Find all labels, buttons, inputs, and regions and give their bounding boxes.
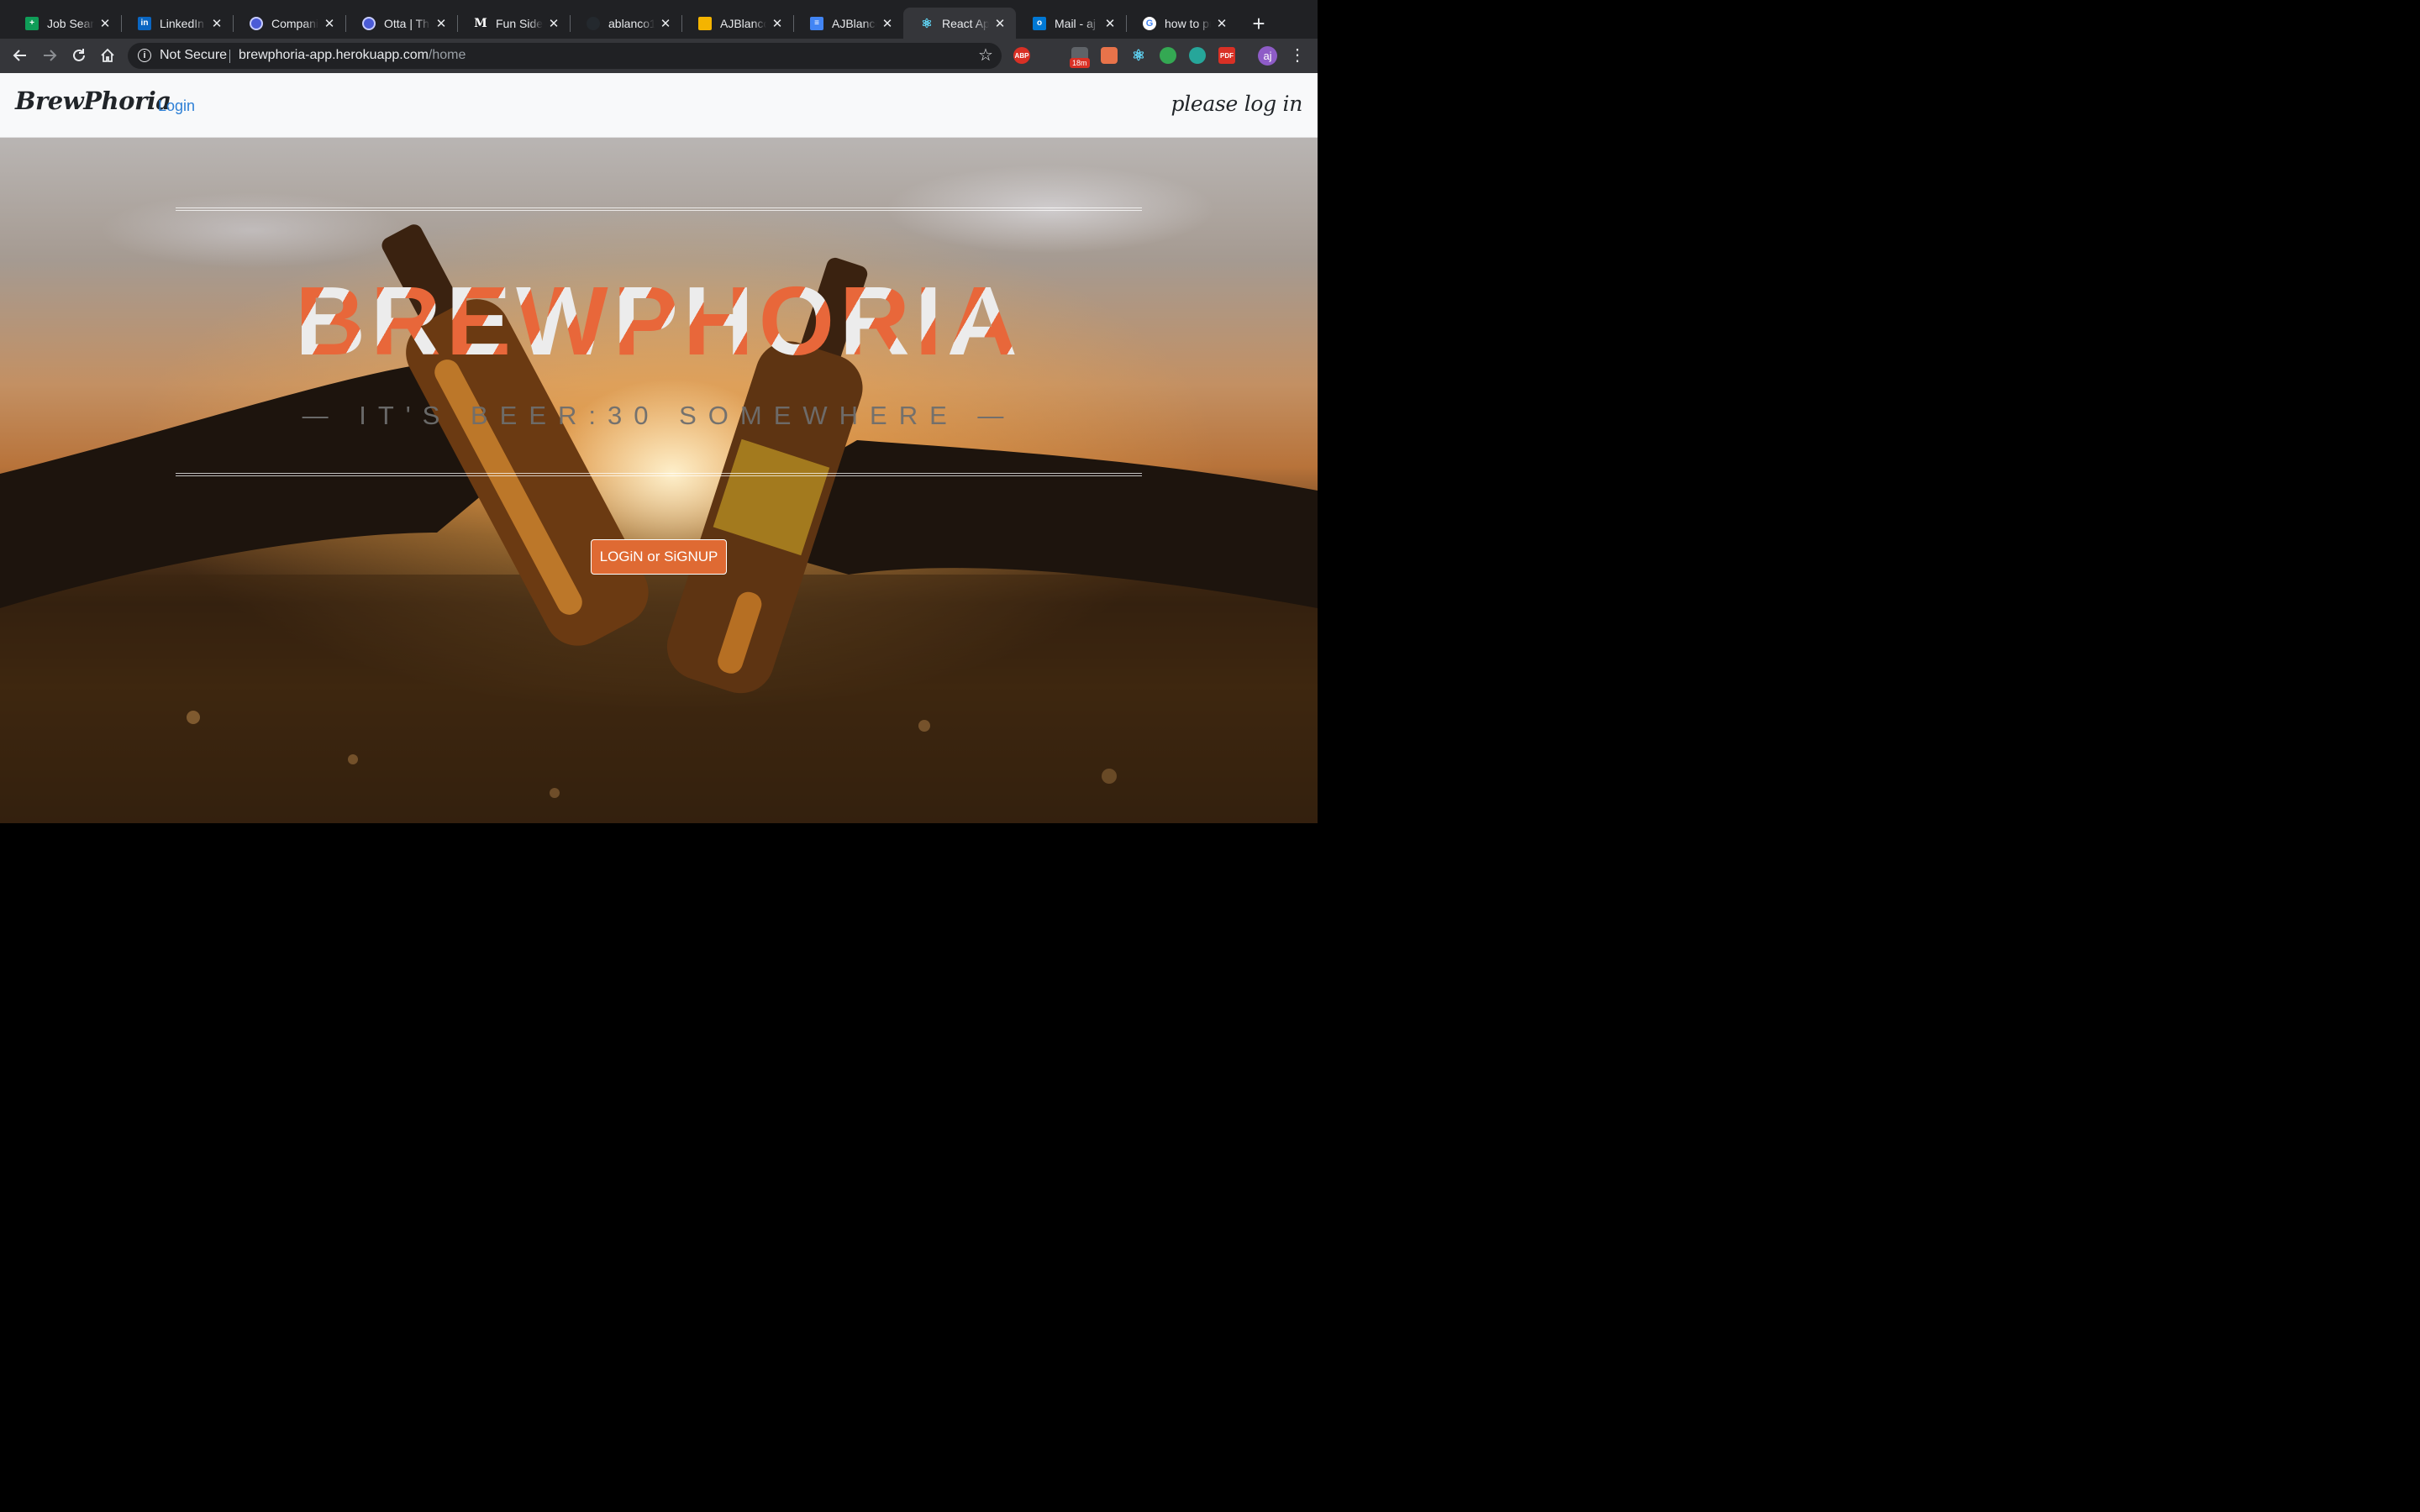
browser-menu-icon[interactable]: ⋮: [1289, 44, 1306, 67]
tab-title: React App: [942, 16, 989, 30]
close-icon[interactable]: ✕: [434, 16, 449, 31]
browser-tab[interactable]: Otta | The ✕: [345, 8, 457, 39]
react-icon: ⚛: [921, 16, 933, 31]
forward-arrow-icon: [44, 50, 57, 61]
browser-tab-strip: + Job Search ✕ in LinkedIn ✕ Companies ✕…: [0, 0, 1318, 39]
forward-button[interactable]: [38, 44, 61, 67]
tab-title: LinkedIn: [160, 16, 204, 30]
close-icon[interactable]: ✕: [209, 16, 224, 31]
otta-icon: [250, 16, 263, 30]
profile-avatar[interactable]: aj: [1258, 46, 1277, 66]
home-button[interactable]: [96, 44, 119, 67]
security-label[interactable]: Not Secure: [160, 48, 227, 63]
tab-title: Job Search: [47, 16, 94, 30]
github-icon: [587, 16, 600, 30]
close-icon[interactable]: ✕: [880, 16, 895, 31]
linkedin-icon: in: [138, 16, 151, 30]
google-icon: G: [1143, 16, 1156, 30]
sheets-icon: +: [25, 16, 39, 30]
back-arrow-icon: [13, 50, 26, 61]
tab-title: ablanco12: [608, 16, 655, 30]
reload-icon: [73, 49, 85, 61]
browser-tab[interactable]: G how to prin ✕: [1126, 8, 1238, 39]
browser-tab[interactable]: o Mail - aj bl ✕: [1016, 8, 1126, 39]
tab-title: Mail - aj bl: [1055, 16, 1099, 30]
slides-icon: [698, 16, 712, 30]
hero-divider-top: [176, 207, 1142, 211]
user-status-text: please log in: [1171, 92, 1303, 116]
adblock-plus-icon[interactable]: ABP: [1013, 47, 1030, 64]
new-tab-button[interactable]: +: [1247, 12, 1270, 35]
browser-tab[interactable]: in LinkedIn ✕: [121, 8, 233, 39]
hero-title: BREWPHORIA: [0, 270, 1318, 371]
brand-logo[interactable]: BrewPhoria: [15, 87, 171, 115]
extension-icon[interactable]: [1101, 47, 1118, 64]
otta-icon: [362, 16, 376, 30]
close-icon[interactable]: ✕: [770, 16, 785, 31]
url-host: brewphoria-app.herokuapp.com: [239, 48, 429, 62]
nav-login-link[interactable]: Login: [158, 97, 195, 115]
profile-initials: aj: [1263, 50, 1272, 62]
timer-badge: 18m: [1070, 58, 1090, 68]
browser-tab[interactable]: ablanco12 ✕: [570, 8, 681, 39]
outlook-icon: o: [1033, 16, 1046, 30]
close-icon[interactable]: ✕: [97, 16, 113, 31]
hero-divider-bottom: [176, 473, 1142, 476]
info-icon[interactable]: i: [138, 49, 151, 62]
url-path: /home: [428, 48, 466, 62]
hero-background-image: [0, 224, 1318, 823]
extension-circle-icon[interactable]: [1189, 47, 1206, 64]
login-signup-button[interactable]: LOGiN or SiGNUP: [591, 539, 727, 575]
site-navbar: BrewPhoria Login please log in: [0, 73, 1318, 138]
address-bar[interactable]: i Not Secure brewphoria-app.herokuapp.co…: [128, 43, 1002, 69]
tab-title: Fun Side P: [496, 16, 543, 30]
close-icon[interactable]: ✕: [322, 16, 337, 31]
back-button[interactable]: [8, 44, 32, 67]
tab-title: how to prin: [1165, 16, 1211, 30]
browser-tab[interactable]: AJBlancoR ✕: [681, 8, 793, 39]
extension-label: PDF: [1220, 51, 1234, 60]
bookmark-star-icon[interactable]: ☆: [976, 46, 995, 65]
tab-title: Companies: [271, 16, 318, 30]
extension-label: ABP: [1014, 51, 1029, 60]
chat-bubble-icon[interactable]: [1160, 47, 1176, 64]
tab-title: AJBlancoR: [720, 16, 766, 30]
tab-title: Otta | The: [384, 16, 430, 30]
omnibox-divider: [229, 50, 230, 63]
browser-toolbar: i Not Secure brewphoria-app.herokuapp.co…: [0, 39, 1318, 73]
close-icon[interactable]: ✕: [992, 16, 1007, 31]
close-icon[interactable]: ✕: [1214, 16, 1229, 31]
docs-icon: ≡: [810, 16, 823, 30]
reload-button[interactable]: [67, 44, 91, 67]
hero-section: BREWPHORIA — IT'S BEER:30 SOMEWHERE — LO…: [0, 138, 1318, 823]
browser-tab[interactable]: M Fun Side P ✕: [457, 8, 570, 39]
close-icon[interactable]: ✕: [1102, 16, 1118, 31]
browser-tab[interactable]: Companies ✕: [233, 8, 345, 39]
medium-icon: M: [474, 16, 487, 30]
react-devtools-icon[interactable]: ⚛: [1130, 47, 1147, 64]
close-icon[interactable]: ✕: [546, 16, 561, 31]
tab-title: AJBlanco.F: [832, 16, 876, 30]
browser-tab[interactable]: + Job Search ✕: [8, 8, 121, 39]
hero-subtitle: — IT'S BEER:30 SOMEWHERE —: [302, 401, 1016, 430]
browser-tab[interactable]: ≡ AJBlanco.F ✕: [793, 8, 903, 39]
pdf-icon[interactable]: PDF: [1218, 47, 1235, 64]
url-text[interactable]: brewphoria-app.herokuapp.com/home: [239, 48, 466, 63]
close-icon[interactable]: ✕: [658, 16, 673, 31]
home-icon: [101, 48, 114, 62]
browser-tab-active[interactable]: ⚛ React App ✕: [903, 8, 1016, 39]
